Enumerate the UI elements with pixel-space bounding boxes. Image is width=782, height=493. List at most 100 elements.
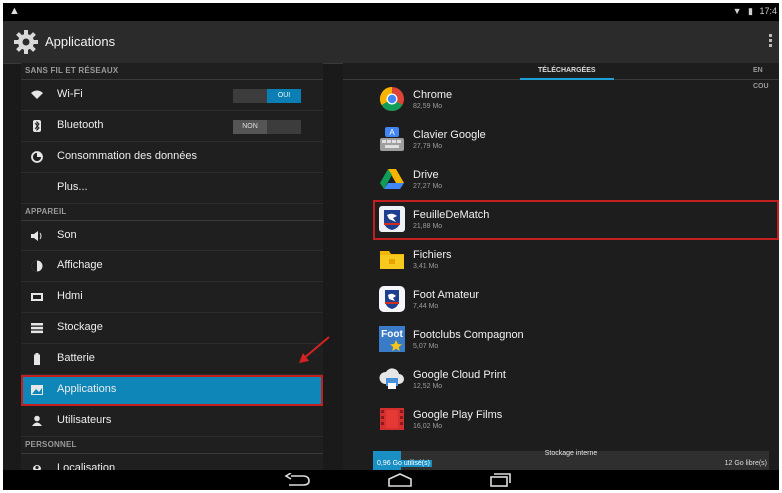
- sidebar-item-label: Bluetooth: [57, 118, 104, 131]
- wifi-icon: [31, 90, 43, 99]
- tablet-screen: ▲ ▼ ▮ 17:4 Applications SANS FIL ET RÉSE…: [3, 3, 779, 490]
- keyboard-icon: A: [380, 127, 404, 151]
- status-time: 17:4: [759, 6, 777, 16]
- app-size: 3,41 Mo: [413, 263, 439, 270]
- toggle-on-label: OUI: [267, 89, 301, 103]
- sidebar-item-label: Plus...: [57, 180, 88, 193]
- sidebar-item-label: Localisation: [57, 461, 116, 470]
- app-row-keyboard[interactable]: A Clavier Google 27,79 Mo: [373, 120, 779, 160]
- svg-text:A: A: [389, 128, 395, 137]
- settings-sidebar: SANS FIL ET RÉSEAUX Wi-Fi OUI Bluetooth …: [21, 63, 323, 470]
- recents-icon[interactable]: [485, 473, 515, 487]
- sidebar-item-data-usage[interactable]: Consommation des données: [21, 142, 323, 173]
- sidebar-item-label: Stockage: [57, 321, 103, 334]
- battery-icon: ▮: [748, 6, 753, 16]
- chrome-icon: [379, 87, 404, 112]
- tab-bar: TÉLÉCHARGÉES EN COU: [343, 63, 779, 90]
- app-row-files[interactable]: Fichiers 3,41 Mo: [373, 240, 779, 280]
- sidebar-item-label: Applications: [57, 383, 117, 396]
- wifi-icon: ▼: [732, 6, 742, 16]
- app-row-chrome[interactable]: Chrome 82,59 Mo: [373, 80, 779, 120]
- apps-panel: TÉLÉCHARGÉES EN COU Chrome 82,59 Mo A Cl…: [343, 63, 779, 470]
- speaker-icon: [31, 230, 42, 241]
- app-name: Foot Amateur: [413, 289, 480, 301]
- bluetooth-toggle[interactable]: NON: [233, 119, 301, 134]
- sidebar-item-label: Hdmi: [57, 290, 83, 303]
- home-icon[interactable]: [385, 473, 415, 487]
- location-icon: [33, 464, 41, 470]
- app-row-footclubs[interactable]: Foot Footclubs Compagnon 5,07 Mo: [373, 320, 779, 360]
- tab-running[interactable]: EN COU: [753, 63, 779, 90]
- back-icon[interactable]: [283, 473, 313, 487]
- sidebar-item-applications[interactable]: Applications: [21, 375, 323, 406]
- app-size: 7,44 Mo: [413, 303, 439, 310]
- data-usage-icon: [31, 150, 43, 163]
- hdmi-icon: [31, 293, 43, 302]
- storage-used: 0,96 Go utilisé(s): [375, 460, 432, 467]
- app-name: Drive: [413, 169, 439, 181]
- sidebar-item-display[interactable]: Affichage: [21, 251, 323, 283]
- app-name: Fichiers: [413, 249, 452, 261]
- film-icon: [380, 408, 404, 430]
- app-row-foot-amateur[interactable]: Foot Amateur 7,44 Mo: [373, 280, 779, 320]
- page-title: Applications: [45, 34, 116, 49]
- wifi-toggle[interactable]: OUI: [233, 89, 301, 103]
- sidebar-item-label: Wi-Fi: [57, 88, 83, 100]
- section-header-wireless: SANS FIL ET RÉSEAUX: [21, 63, 323, 80]
- storage-icon: [31, 323, 43, 334]
- status-right: ▼ ▮ 17:4: [729, 6, 777, 17]
- storage-title: Stockage interne: [544, 450, 598, 457]
- warning-icon: ▲: [9, 5, 20, 17]
- svg-text:Foot: Foot: [381, 329, 403, 340]
- footclubs-icon: Foot: [379, 326, 405, 352]
- sidebar-item-location[interactable]: Localisation: [21, 454, 323, 470]
- app-size: 82,59 Mo: [413, 103, 443, 110]
- users-icon: [32, 415, 42, 426]
- app-name: Footclubs Compagnon: [413, 329, 524, 341]
- app-list: Chrome 82,59 Mo A Clavier Google 27,79 M…: [373, 80, 779, 440]
- overflow-menu-icon[interactable]: [769, 34, 773, 49]
- sidebar-item-label: Batterie: [57, 352, 95, 365]
- applications-icon: [31, 385, 43, 396]
- app-row-play-films[interactable]: Google Play Films 16,02 Mo: [373, 400, 779, 440]
- app-row-cloud-print[interactable]: Google Cloud Print 12,52 Mo: [373, 360, 779, 400]
- app-size: 27,79 Mo: [413, 143, 443, 150]
- sidebar-item-wifi[interactable]: Wi-Fi OUI: [21, 80, 323, 111]
- sidebar-item-more[interactable]: Plus...: [21, 173, 323, 204]
- drive-icon: [380, 169, 404, 189]
- app-name: Clavier Google: [413, 129, 486, 141]
- navigation-bar: [3, 470, 779, 490]
- sidebar-item-bluetooth[interactable]: Bluetooth NON: [21, 111, 323, 142]
- app-size: 12,52 Mo: [413, 383, 443, 390]
- sidebar-item-label: Affichage: [57, 259, 103, 272]
- sidebar-item-label: Son: [57, 228, 77, 241]
- sidebar-item-sound[interactable]: Son: [21, 221, 323, 252]
- sidebar-item-storage[interactable]: Stockage: [21, 313, 323, 345]
- section-header-device: APPAREIL: [21, 204, 323, 221]
- status-bar: ▲ ▼ ▮ 17:4: [3, 3, 779, 21]
- section-header-personal: PERSONNEL: [21, 437, 323, 454]
- sidebar-item-label: Consommation des données: [57, 149, 198, 162]
- bluetooth-icon: [33, 119, 41, 132]
- storage-summary: Stockage interne 0,96 Go utilisé(s) 12 G…: [373, 447, 769, 470]
- app-name: Google Cloud Print: [413, 369, 506, 381]
- app-name: Google Play Films: [413, 409, 503, 421]
- app-name: FeuilleDeMatch: [413, 209, 490, 221]
- app-size: 21,88 Mo: [413, 223, 443, 230]
- app-row-drive[interactable]: Drive 27,27 Mo: [373, 160, 779, 200]
- display-icon: [31, 260, 43, 272]
- app-size: 16,02 Mo: [413, 423, 443, 430]
- sidebar-item-users[interactable]: Utilisateurs: [21, 406, 323, 437]
- action-bar: Applications: [3, 21, 779, 64]
- battery-icon: [34, 353, 40, 366]
- gear-icon[interactable]: [13, 29, 39, 55]
- app-row-feuilledematch[interactable]: FeuilleDeMatch 21,88 Mo: [373, 200, 779, 240]
- app-name: Chrome: [413, 89, 453, 101]
- sidebar-item-hdmi[interactable]: Hdmi: [21, 282, 323, 314]
- annotation-arrow: [299, 336, 330, 363]
- storage-free: 12 Go libre(s): [724, 460, 767, 467]
- sidebar-item-battery[interactable]: Batterie: [21, 344, 323, 376]
- tab-downloaded[interactable]: TÉLÉCHARGÉES: [520, 63, 613, 80]
- sidebar-item-label: Utilisateurs: [57, 413, 112, 426]
- fff-logo-icon: [379, 206, 405, 232]
